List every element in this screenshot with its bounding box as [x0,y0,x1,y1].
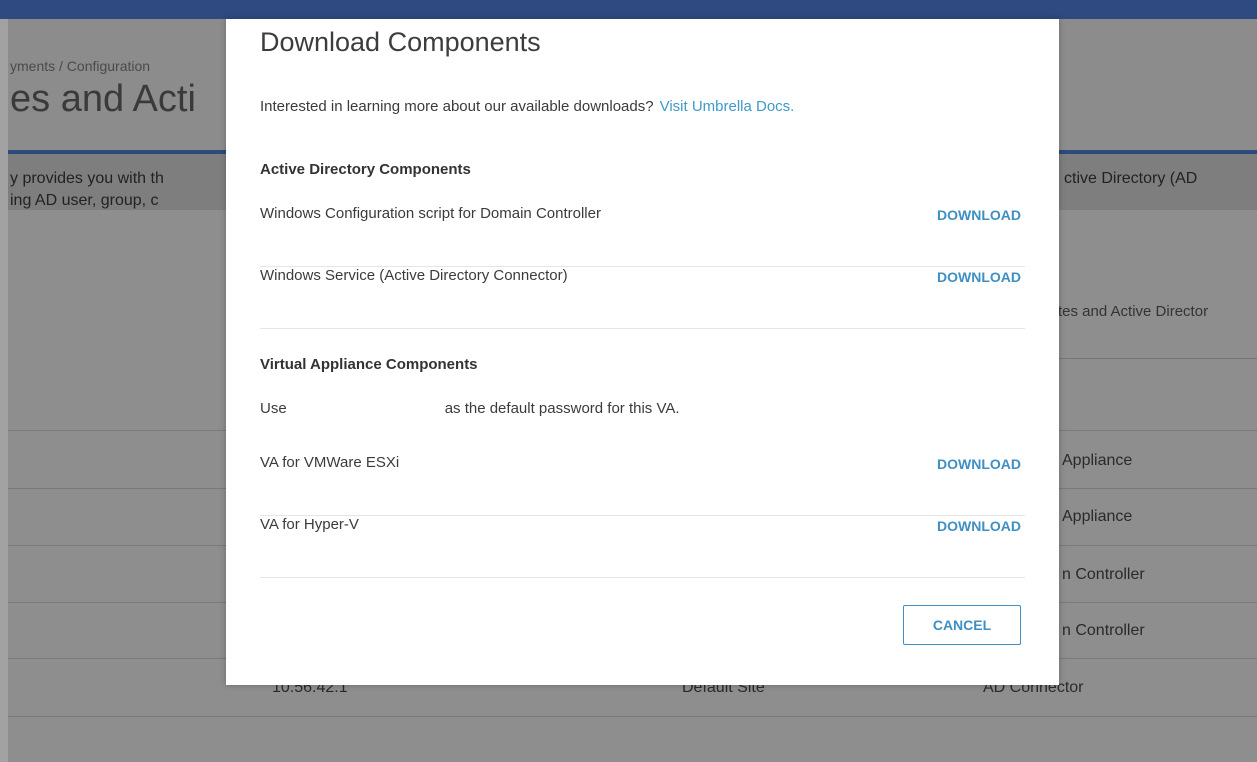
password-prefix: Use [260,400,287,417]
umbrella-docs-link[interactable]: Visit Umbrella Docs. [660,98,795,115]
download-item-label: VA for Hyper-V [260,516,359,533]
intro-text: Interested in learning more about our av… [260,98,654,115]
download-item-label: Windows Service (Active Directory Connec… [260,267,568,284]
download-item-label: VA for VMWare ESXi [260,454,400,471]
download-row-va-hyperv: VA for Hyper-V DOWNLOAD [260,516,1025,578]
left-strip [0,19,8,762]
background-row-type: Appliance [1062,508,1133,525]
download-components-dialog: Download Components Interested in learni… [226,19,1059,685]
download-item-label: Windows Configuration script for Domain … [260,205,601,222]
dialog-intro: Interested in learning more about our av… [260,98,794,115]
default-password-note: Use as the default password for this VA. [260,400,680,417]
password-suffix: as the default password for this VA. [444,400,680,417]
background-page-title: es and Acti [10,78,196,120]
background-banner-right: ctive Directory (AD [1064,170,1198,187]
download-va-hyperv-button[interactable]: DOWNLOAD [937,518,1021,534]
download-dc-script-button[interactable]: DOWNLOAD [937,207,1021,223]
background-banner-line2: ing AD user, group, c [10,192,159,209]
background-row-type: n Controller [1062,566,1145,583]
page: yments / Configuration es and Acti y pro… [0,0,1257,762]
background-breadcrumb: yments / Configuration [10,58,151,74]
background-banner-line1: y provides you with th [10,170,164,187]
download-va-esxi-button[interactable]: DOWNLOAD [937,456,1021,472]
background-row-type: Appliance [1062,452,1133,469]
cancel-button[interactable]: CANCEL [903,605,1021,645]
top-nav-bar [0,0,1257,19]
background-row-type: n Controller [1062,622,1145,639]
background-row-divider [8,716,1257,717]
ad-components-heading: Active Directory Components [260,161,471,178]
va-components-heading: Virtual Appliance Components [260,356,478,373]
download-ad-connector-button[interactable]: DOWNLOAD [937,269,1021,285]
download-row-va-esxi: VA for VMWare ESXi DOWNLOAD [260,454,1025,516]
background-tab-label: tes and Active Director [1058,303,1209,320]
redacted-password [290,402,441,417]
download-row-dc-script: Windows Configuration script for Domain … [260,205,1025,267]
dialog-title: Download Components [260,27,541,57]
download-row-ad-connector: Windows Service (Active Directory Connec… [260,267,1025,329]
